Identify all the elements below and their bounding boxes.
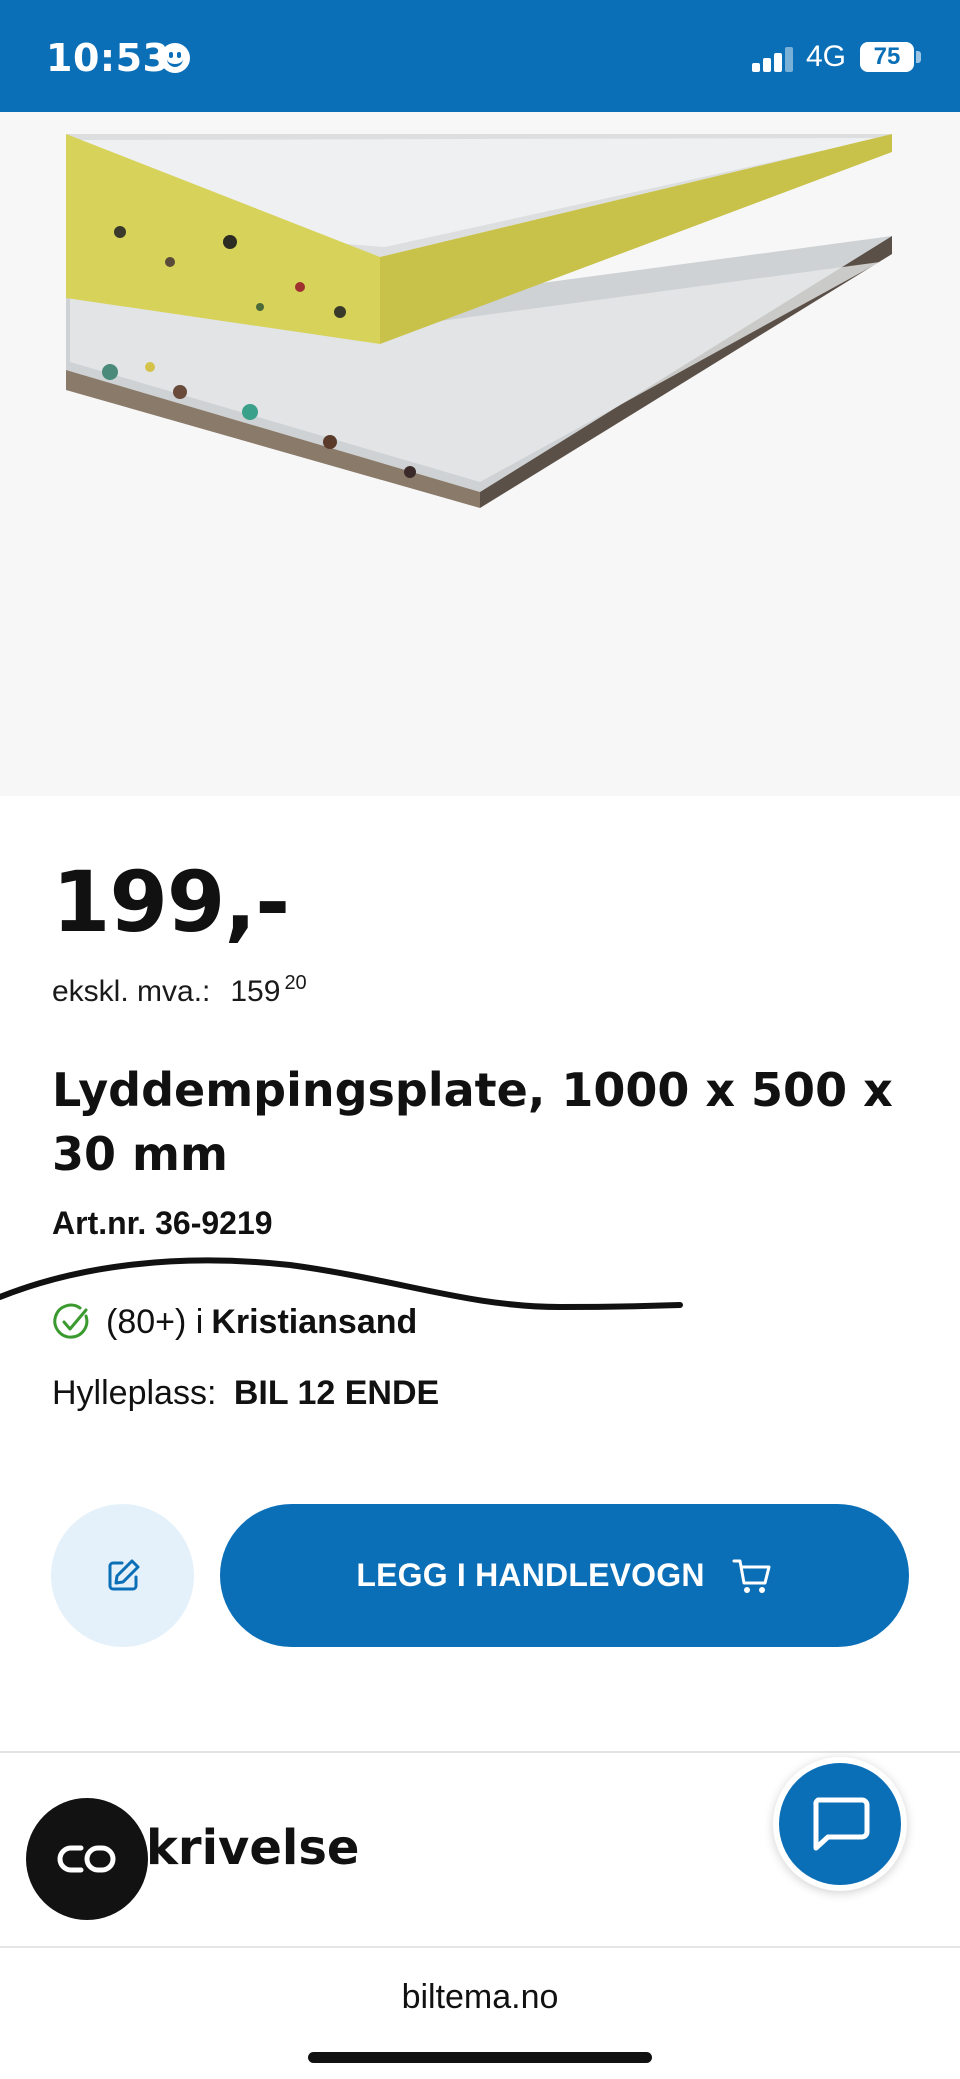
section-divider [0,1751,960,1753]
battery-icon: 75 [860,42,914,72]
add-note-button[interactable] [51,1504,194,1647]
product-image [66,134,892,508]
stock-count: (80+) i [106,1302,204,1341]
excl-vat-value: 159 [230,975,281,1008]
status-bar: 10:53 4G 75 [0,0,960,112]
product-title: Lyddempingsplate, 1000 x 500 x 30 mm [52,1063,893,1181]
signal-icon [752,46,796,72]
network-type: 4G [806,40,847,73]
shelf-value: BIL 12 ENDE [233,1374,440,1412]
browser-bottom-bar: biltema.no [0,1946,960,2079]
product-image-area[interactable] [0,112,960,796]
stock-store: Kristiansand [211,1302,418,1341]
shelf-label: Hylleplass: [52,1374,217,1412]
edit-note-icon [108,1559,139,1590]
check-circle-icon [53,1303,89,1339]
home-indicator[interactable] [308,2052,652,2063]
description-heading[interactable]: krivelse [146,1820,359,1876]
price-excl-vat: ekskl. mva.: 159 20 [52,972,307,1009]
excl-vat-decimals: 20 [284,972,307,994]
add-to-cart-button[interactable]: LEGG I HANDLEVOGN [220,1504,909,1647]
article-number: Art.nr. 36-9219 [52,1205,273,1241]
product-price: 199,- [52,853,290,951]
excl-vat-label: ekskl. mva.: [52,975,211,1008]
stock-status[interactable]: (80+) i Kristiansand [52,1302,417,1342]
status-time: 10:53 [46,36,170,80]
co-link-button[interactable] [26,1798,148,1920]
chat-button[interactable] [773,1757,907,1891]
smiley-icon [160,43,190,73]
co-link-icon [57,1845,116,1873]
shelf-location: Hylleplass: BIL 12 ENDE [52,1374,439,1413]
battery-tip [916,51,921,63]
url-bar[interactable]: biltema.no [0,1978,960,2017]
add-to-cart-label: LEGG I HANDLEVOGN [356,1557,705,1593]
chat-bubble-icon [813,1797,870,1851]
cart-icon [732,1559,771,1593]
